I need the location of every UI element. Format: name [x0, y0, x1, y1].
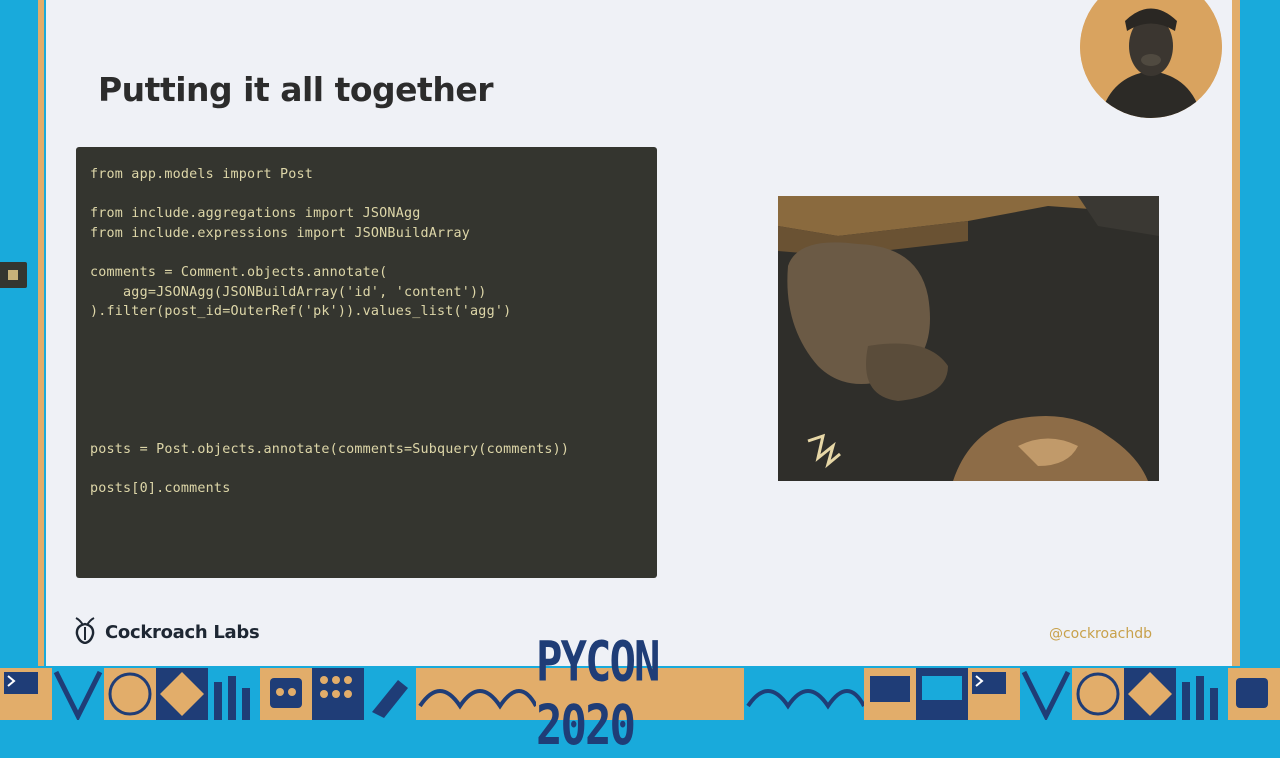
- video-feed: [778, 196, 1159, 481]
- brand-name: Cockroach Labs: [105, 621, 260, 643]
- presentation-slide: Putting it all together from app.models …: [46, 0, 1232, 666]
- code-line: posts = Post.objects.annotate(comments=S…: [90, 442, 570, 457]
- slide-title: Putting it all together: [98, 70, 493, 109]
- twitter-handle: @cockroachdb: [1048, 626, 1152, 642]
- code-line: comments = Comment.objects.annotate(: [90, 265, 388, 280]
- code-line: from include.aggregations import JSONAgg: [90, 206, 421, 221]
- code-line: posts[0].comments: [90, 481, 231, 496]
- code-line: agg=JSONAgg(JSONBuildArray('id', 'conten…: [90, 285, 487, 300]
- code-line: from include.expressions import JSONBuil…: [90, 226, 471, 241]
- left-border-stripe: [0, 0, 40, 666]
- video-feed-image: [778, 196, 1159, 481]
- event-logo: PYCON 2020: [536, 630, 744, 758]
- right-gold-stripe: [1232, 0, 1240, 666]
- code-line: ).filter(post_id=OuterRef('pk')).values_…: [90, 304, 512, 319]
- cockroach-logo-icon: [72, 616, 98, 648]
- code-block: from app.models import Post from include…: [76, 147, 657, 578]
- line-marker-icon[interactable]: [0, 262, 27, 288]
- brand-logo: Cockroach Labs: [72, 616, 260, 648]
- right-border-stripe: [1240, 0, 1280, 666]
- left-gold-stripe: [38, 0, 44, 666]
- event-logo-text: PYCON 2020: [536, 630, 660, 758]
- code-line: from app.models import Post: [90, 167, 314, 182]
